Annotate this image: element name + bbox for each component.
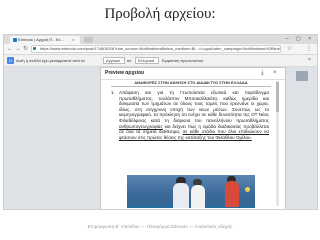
edmodo-favicon-icon [13, 38, 17, 42]
left-sidebar [4, 67, 100, 209]
browser-menu-icon[interactable]: ⋮ [306, 45, 312, 53]
back-icon[interactable]: ← [7, 45, 13, 53]
right-sidebar [286, 67, 317, 209]
show-original-button[interactable]: Εμφάνιση πρωτοτύπου [162, 57, 203, 64]
document-heading: ΑΝΑΦΟΡΕΣ ΣΤΗΝ ΑΘΛΗΣΗ ΣΤΟ ΔΙΑΔΙΚΤΥΟ ΣΤΗΝ … [111, 80, 271, 87]
target-language-select[interactable]: Ελληνικά [135, 57, 159, 64]
document-preview: ΑΝΑΦΟΡΕΣ ΣΤΗΝ ΑΘΛΗΣΗ ΣΤΟ ΔΙΑΔΙΚΤΥΟ ΣΤΗΝ … [111, 80, 271, 208]
document-underlined-text: ανθρωπογεωγραφίας [119, 123, 163, 129]
download-icon[interactable]: ⤓ [261, 70, 264, 77]
source-language-select[interactable]: Αγγλικά [103, 57, 125, 64]
player-figure [173, 183, 189, 208]
avatar[interactable] [296, 71, 308, 81]
window-controls[interactable]: – ▢ × [286, 35, 314, 43]
modal-header: Preview αρχείου ⤓ × [101, 68, 285, 80]
tab-title: Edmodo | Αρχική Π.. Ex... [18, 37, 64, 42]
ball-icon [245, 187, 250, 192]
slide-footer: Επιμόρφωση Β΄ επιπέδου — Πλατφόρμα Edmod… [87, 224, 233, 229]
new-tab-button[interactable] [84, 37, 93, 43]
forward-icon[interactable]: → [15, 45, 21, 53]
address-bar-row: ← → ↻ https://www.edmodo.com/post/174806… [4, 44, 317, 55]
browser-tab-edmodo[interactable]: Edmodo | Αρχική Π.. Ex... [10, 36, 80, 44]
translate-close-icon[interactable]: × [308, 57, 311, 64]
browser-screenshot: Edmodo | Αρχική Π.. Ex... × – ▢ × ← → ↻ … [3, 34, 318, 210]
close-icon[interactable]: × [273, 70, 277, 77]
translate-message: Αυτή η σελίδα έχει μεταφραστεί από τα [16, 58, 85, 63]
tab-bar: Edmodo | Αρχική Π.. Ex... × – ▢ × [4, 35, 317, 44]
file-preview-modal: Preview αρχείου ⤓ × ΑΝΑΦΟΡΕΣ ΣΤΗΝ ΑΘΛΗΣΗ… [100, 67, 286, 209]
player-figure [225, 181, 239, 207]
list-item-number: 1. [111, 90, 115, 95]
scrollbar-thumb[interactable] [276, 82, 279, 112]
modal-title: Preview αρχείου [105, 70, 145, 76]
volleyball-photo [127, 175, 255, 208]
lock-icon [33, 47, 36, 50]
star-icon[interactable]: ☆ [287, 45, 292, 53]
translate-to-word: σε [127, 58, 132, 63]
reload-icon[interactable]: ↻ [23, 45, 28, 53]
translate-icon: G [7, 57, 14, 64]
url-input[interactable]: https://www.edmodo.com/post/174806116?ut… [31, 45, 281, 53]
translate-bar: G Αυτή η σελίδα έχει μεταφραστεί από τα … [4, 55, 317, 67]
player-figure [191, 185, 205, 208]
tab-close-icon[interactable]: × [72, 36, 74, 43]
slide-title: Προβολή αρχείου: [104, 6, 216, 22]
document-text: Απάφαση και για τη Γεωπολιτεία εξωτικά κ… [119, 90, 269, 123]
document-body: Απάφαση και για τη Γεωπολιτεία εξωτικά κ… [119, 90, 269, 140]
